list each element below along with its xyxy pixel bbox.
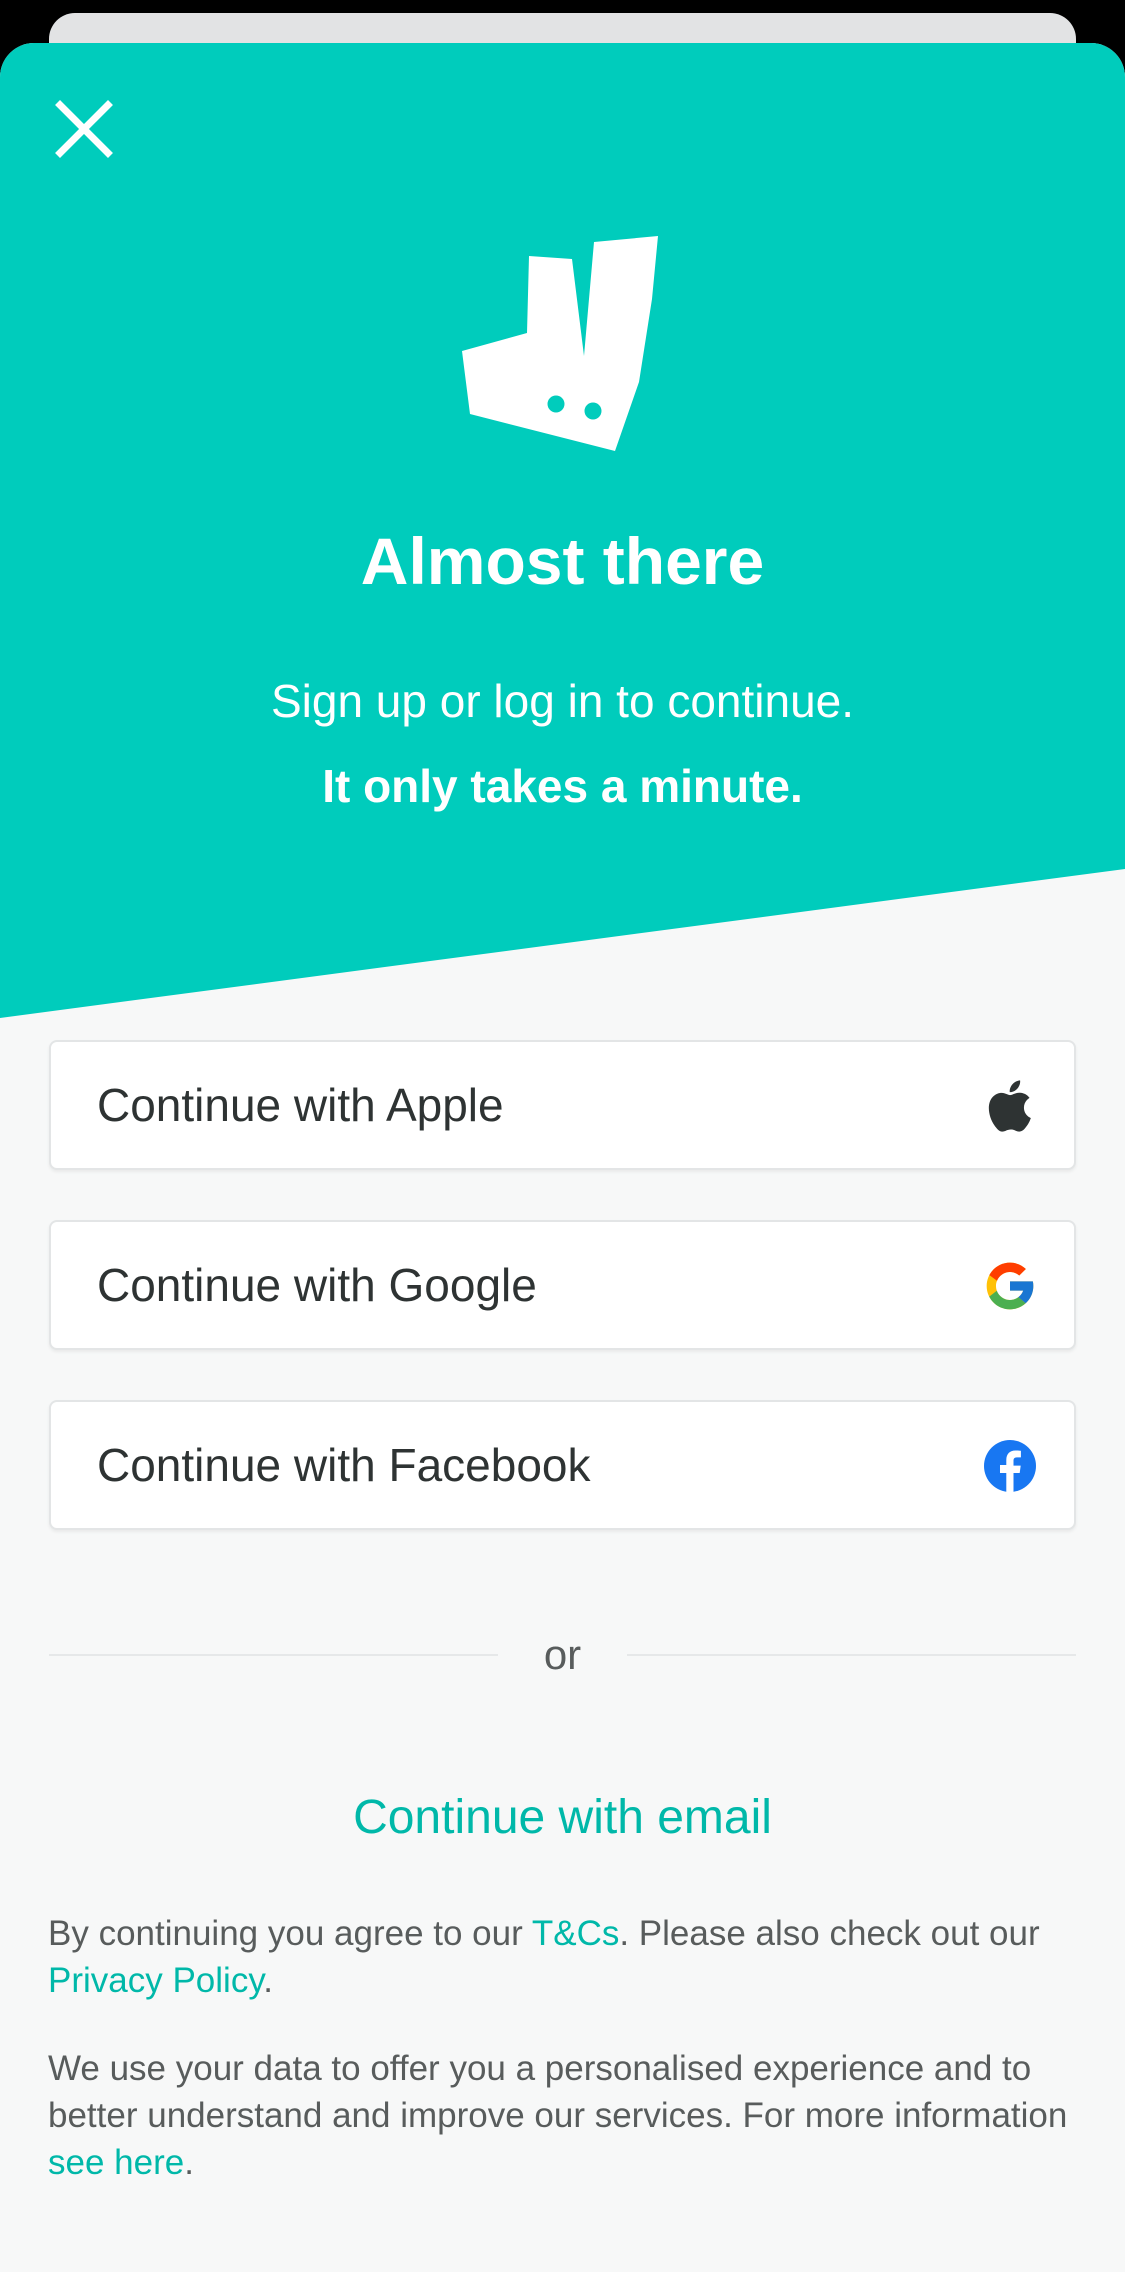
- close-button[interactable]: [50, 95, 118, 163]
- continue-with-email-link[interactable]: Continue with email: [0, 1788, 1125, 1848]
- page-subtitle-emphasis: It only takes a minute.: [322, 760, 803, 812]
- facebook-icon: [984, 1440, 1036, 1492]
- page-subtitle: Sign up or log in to continue.: [270, 675, 855, 727]
- divider-line-left: [49, 1654, 498, 1656]
- login-sheet: Almost there Sign up or log in to contin…: [0, 43, 1125, 2272]
- continue-with-facebook-button[interactable]: Continue with Facebook: [49, 1400, 1076, 1530]
- google-icon: [986, 1262, 1034, 1310]
- data-usage-suffix: .: [184, 2143, 194, 2182]
- divider-or-label: or: [543, 1631, 582, 1678]
- page-title: Almost there: [360, 524, 765, 598]
- terms-text-suffix: .: [263, 1961, 273, 2000]
- continue-with-apple-button[interactable]: Continue with Apple: [49, 1040, 1076, 1170]
- continue-with-google-button[interactable]: Continue with Google: [49, 1220, 1076, 1350]
- terms-notice: By continuing you agree to our T&Cs. Ple…: [48, 1910, 1088, 2004]
- facebook-button-label: Continue with Facebook: [97, 1439, 591, 1491]
- data-usage-notice: We use your data to offer you a personal…: [48, 2045, 1088, 2186]
- apple-icon: [988, 1080, 1031, 1132]
- terms-text-middle: . Please also check out our: [619, 1914, 1040, 1953]
- see-here-link[interactable]: see here: [48, 2143, 184, 2182]
- terms-link[interactable]: T&Cs: [532, 1914, 620, 1953]
- divider-line-right: [627, 1654, 1076, 1656]
- deliveroo-logo: [462, 236, 658, 451]
- apple-button-label: Continue with Apple: [97, 1079, 504, 1131]
- data-usage-text: We use your data to offer you a personal…: [48, 2049, 1068, 2135]
- close-icon: [55, 100, 113, 158]
- terms-text-prefix: By continuing you agree to our: [48, 1914, 532, 1953]
- privacy-policy-link[interactable]: Privacy Policy: [48, 1961, 263, 2000]
- google-button-label: Continue with Google: [97, 1259, 537, 1311]
